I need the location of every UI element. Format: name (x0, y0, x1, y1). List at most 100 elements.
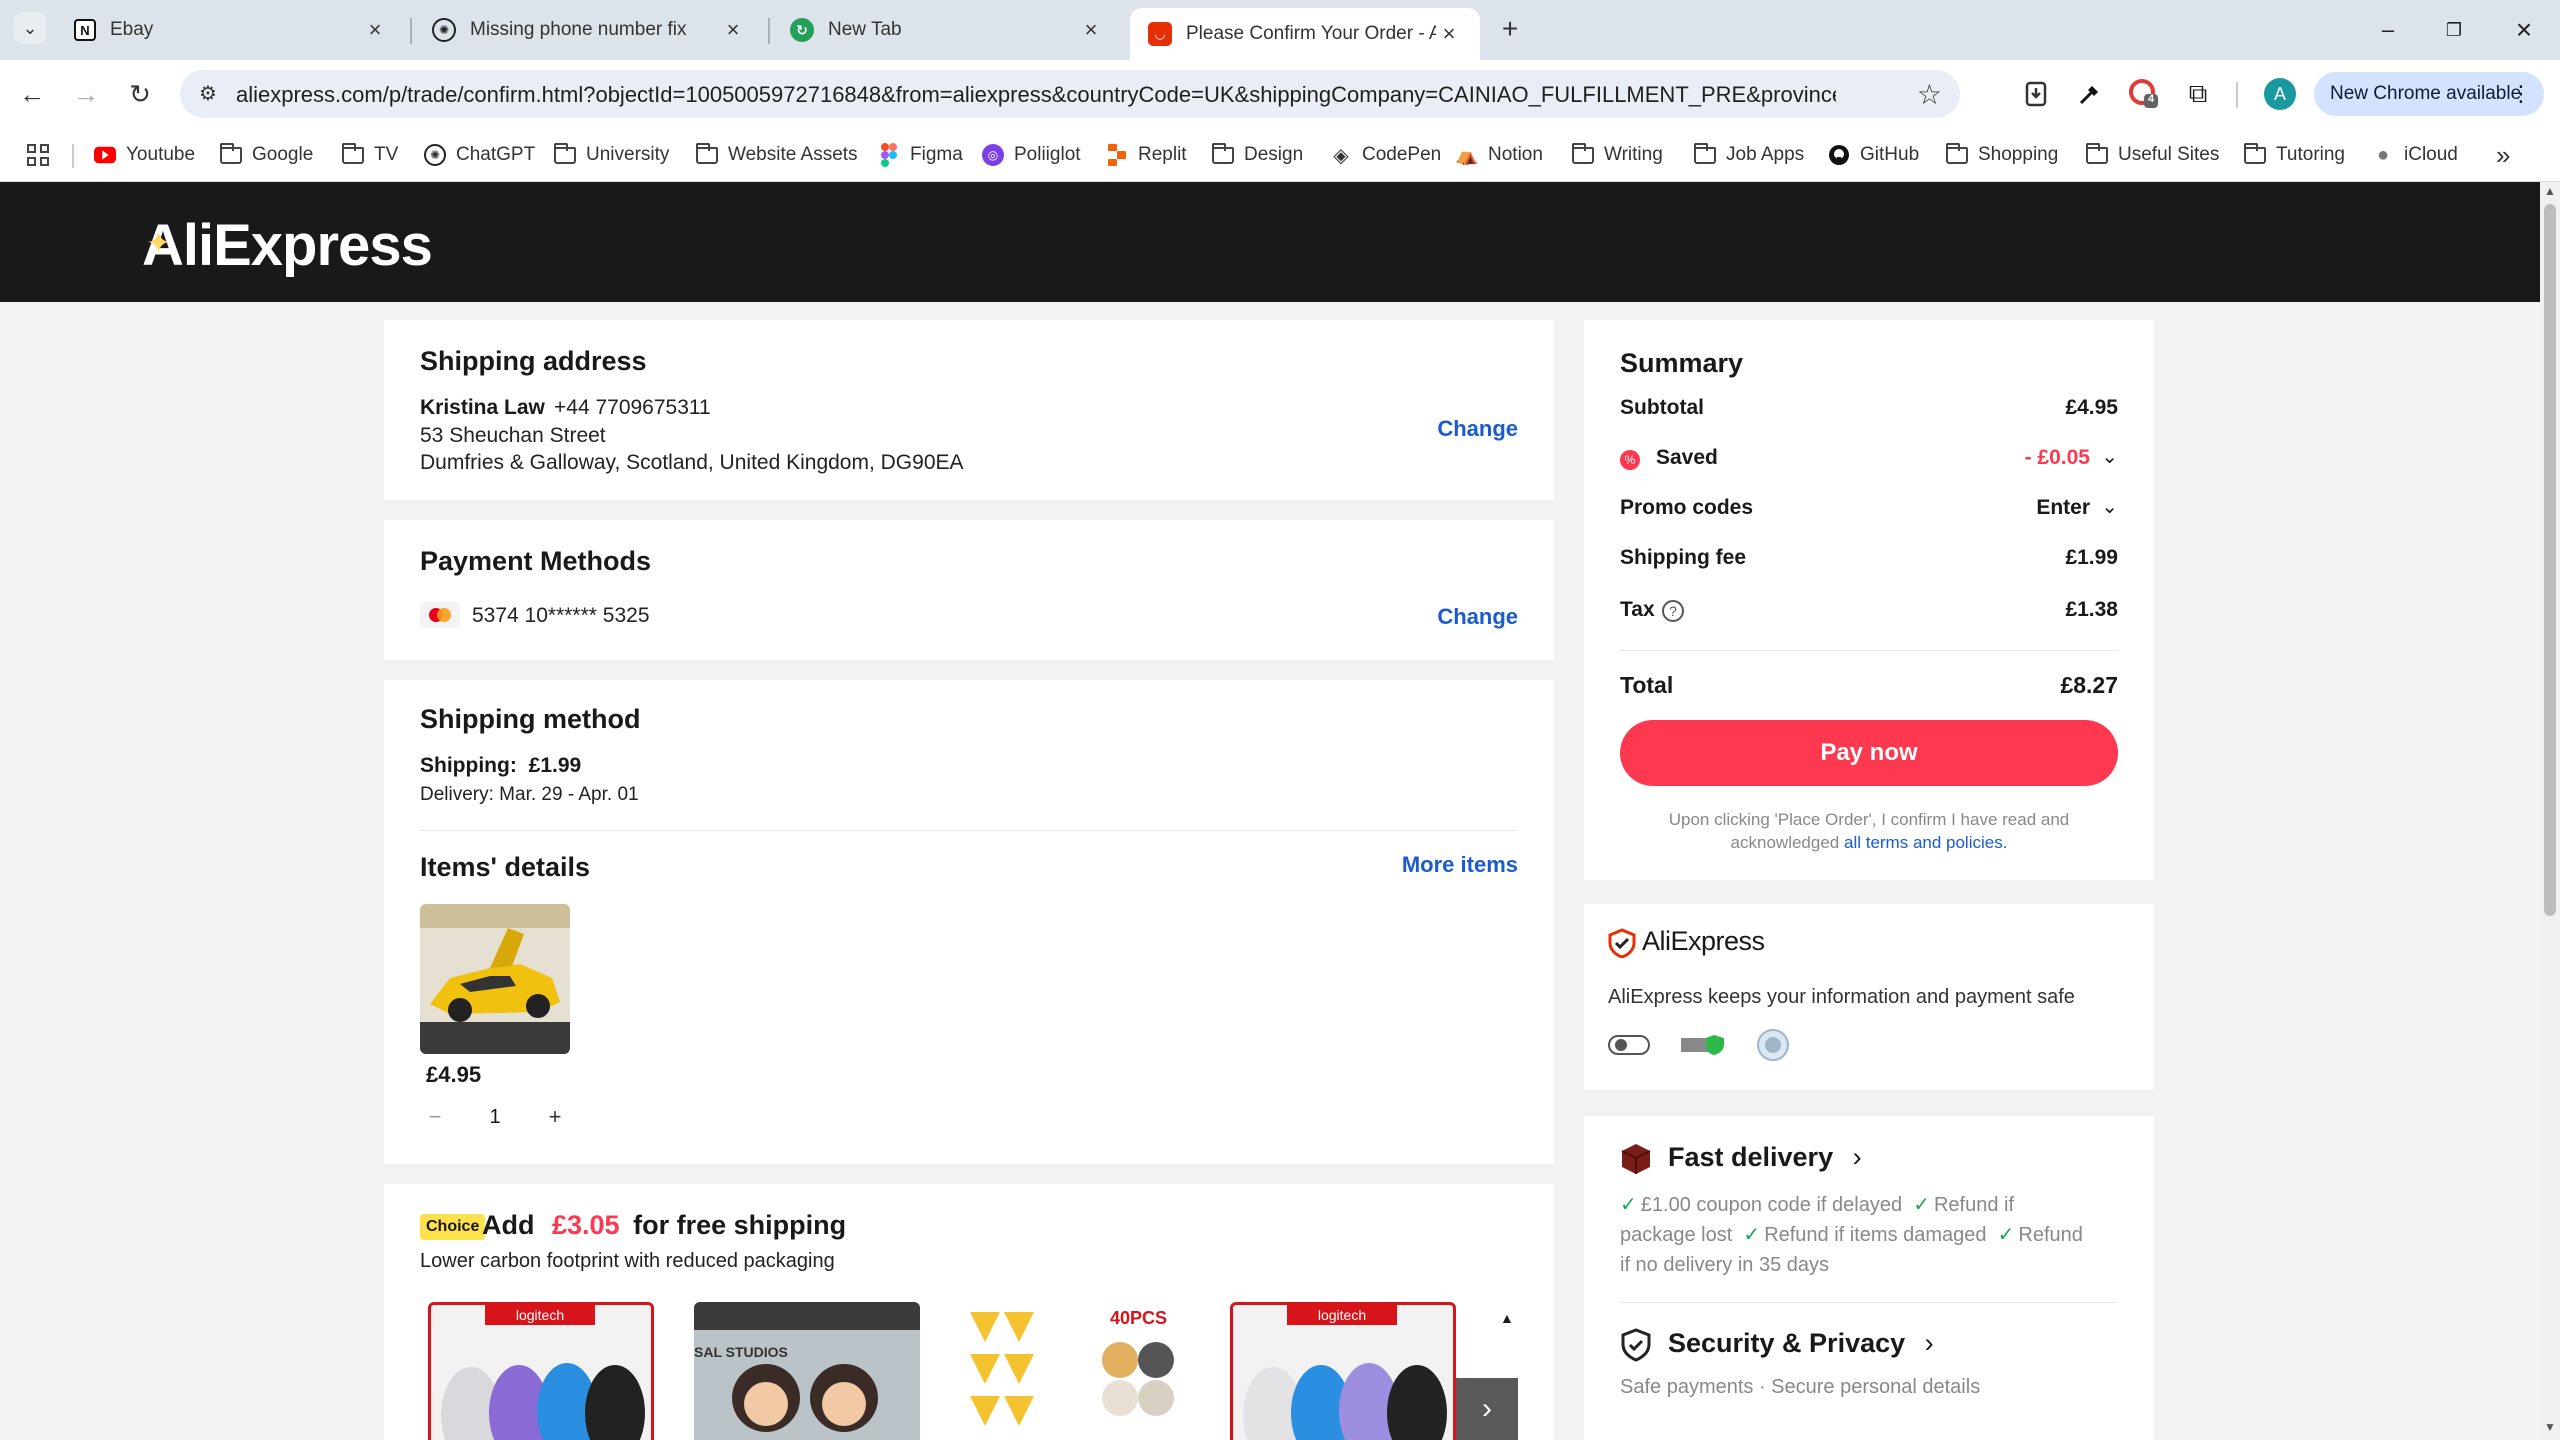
more-items-link[interactable]: More items (1402, 852, 1518, 878)
product-image-yellow-car[interactable] (420, 904, 570, 1054)
bookmark-google[interactable]: Google (220, 140, 313, 170)
eyedropper-icon[interactable] (2072, 76, 2108, 112)
mastercard-icon (420, 602, 460, 628)
tab-confirm-order[interactable]: ◡ Please Confirm Your Order - Ali × (1130, 8, 1480, 60)
package-icon (1620, 1142, 1652, 1181)
restore-icon[interactable]: ❐ (2436, 12, 2472, 48)
notion-home-icon: ⛺ (1455, 144, 1479, 165)
bookmark-star-icon[interactable]: ☆ (1917, 78, 1942, 111)
bookmark-github[interactable]: GitHub (1828, 140, 1919, 170)
bookmark-label: Notion (1488, 144, 1543, 165)
forward-icon[interactable]: → (68, 76, 104, 112)
shield-check-icon (1608, 928, 1636, 963)
tab-missing-phone[interactable]: ✺ Missing phone number fix × (414, 8, 764, 52)
bookmark-tv[interactable]: TV (342, 140, 398, 170)
increase-quantity-button[interactable]: + (540, 1102, 570, 1132)
shipping-fee-value: £1.99 (2065, 546, 2118, 569)
extension-badge-icon[interactable]: 4 (2126, 76, 2162, 112)
kebab-menu-icon[interactable]: ⋮ (2510, 72, 2532, 116)
bookmark-label: Tutoring (2276, 144, 2345, 165)
payment-methods-card: Payment Methods 5374 10****** 5325 Chang… (384, 520, 1554, 660)
bookmark-useful-sites[interactable]: Useful Sites (2086, 140, 2219, 170)
scroll-up-icon[interactable]: ▲ (2542, 184, 2558, 198)
help-icon[interactable]: ? (1662, 600, 1684, 622)
choice-product-4[interactable]: logitech (1230, 1302, 1456, 1440)
update-chip-label: New Chrome available (2330, 83, 2522, 104)
toolbar-divider (2236, 82, 2238, 108)
close-tab-icon[interactable]: × (1078, 17, 1104, 43)
tab-new-tab[interactable]: ↻ New Tab × (772, 8, 1122, 52)
reload-icon[interactable]: ↻ (122, 76, 158, 112)
tab-ebay[interactable]: N Ebay × (56, 8, 406, 52)
promo-codes-row[interactable]: Promo codes Enter ⌄ (1620, 496, 2118, 526)
choice-product-3[interactable]: 40PCS (960, 1302, 1186, 1440)
apps-grid-icon[interactable] (26, 140, 50, 170)
bookmark-figma[interactable]: Figma (878, 140, 963, 170)
new-tab-button[interactable]: + (1494, 14, 1526, 46)
page-scrollbar[interactable]: ▲ ▼ (2540, 182, 2560, 1440)
profile-avatar[interactable]: A (2264, 78, 2296, 110)
divider (1620, 1302, 2118, 1303)
quantity-value[interactable]: 1 (450, 1106, 540, 1129)
aliexpress-logo[interactable]: ✦ AliExpress (142, 212, 433, 279)
chevron-down-icon[interactable]: ⌄ (2101, 444, 2118, 469)
choice-product-1[interactable]: logitech (428, 1302, 654, 1440)
bookmark-codepen[interactable]: ◈ CodePen (1330, 140, 1441, 170)
more-bookmarks-icon[interactable]: » (2496, 140, 2510, 170)
shipping-price: £1.99 (528, 754, 582, 777)
bookmark-university[interactable]: University (554, 140, 669, 170)
choice-product-2[interactable]: SAL STUDIOS (694, 1302, 920, 1440)
change-payment-link[interactable]: Change (1437, 604, 1518, 630)
terms-policies-link[interactable]: all terms and policies. (1844, 833, 2007, 852)
close-tab-icon[interactable]: × (720, 17, 746, 43)
bookmark-chatgpt[interactable]: ✺ ChatGPT (424, 140, 535, 170)
close-window-icon[interactable]: × (2506, 12, 2542, 48)
close-tab-icon[interactable]: × (362, 17, 388, 43)
promo-enter-button[interactable]: Enter (2036, 496, 2090, 520)
site-info-icon[interactable]: ⚙ (194, 80, 222, 108)
notion-icon: N (74, 19, 96, 41)
bookmark-website-assets[interactable]: Website Assets (696, 140, 858, 170)
figma-icon (878, 143, 900, 167)
bookmark-writing[interactable]: Writing (1572, 140, 1663, 170)
bookmark-label: Job Apps (1726, 144, 1805, 165)
bookmark-design[interactable]: Design (1212, 140, 1303, 170)
logo-star-icon: ✦ (146, 227, 171, 260)
chrome-update-button[interactable]: New Chrome available ⋮ (2314, 72, 2544, 116)
saved-row[interactable]: Saved % - £0.05 ⌄ (1620, 446, 2118, 476)
back-icon[interactable]: ← (14, 76, 50, 112)
minimize-icon[interactable]: – (2370, 12, 2406, 48)
tax-row: Tax ? £1.38 (1620, 598, 2118, 628)
bookmark-shopping[interactable]: Shopping (1946, 140, 2058, 170)
bookmark-poliiglot[interactable]: ◎ Poliiglot (982, 140, 1081, 170)
chevron-down-icon[interactable]: ⌄ (2101, 494, 2118, 519)
verified-badge-icon (1680, 1032, 1726, 1058)
carousel-next-button[interactable]: › (1456, 1378, 1518, 1440)
shipping-address-title: Shipping address (420, 346, 647, 376)
close-tab-icon[interactable]: × (1436, 21, 1462, 47)
security-privacy-link[interactable]: Security & Privacy › (1668, 1328, 1934, 1359)
extensions-puzzle-icon[interactable]: ⧉ (2180, 76, 2216, 112)
fast-delivery-link[interactable]: Fast delivery › (1668, 1142, 1862, 1173)
url-text[interactable]: aliexpress.com/p/trade/confirm.html?obje… (236, 82, 1836, 108)
bookmark-job-apps[interactable]: Job Apps (1694, 140, 1804, 170)
bookmark-replit[interactable]: Replit (1106, 140, 1187, 170)
extension-badge-count: 4 (2148, 93, 2155, 105)
tab-search-button[interactable]: ⌄ (14, 12, 46, 44)
bookmark-icloud[interactable]: ● iCloud (2372, 140, 2458, 170)
bookmark-notion[interactable]: ⛺ Notion (1456, 140, 1543, 170)
delivery-dates: Delivery: Mar. 29 - Apr. 01 (420, 784, 639, 805)
address-bar[interactable]: ⚙ aliexpress.com/p/trade/confirm.html?ob… (180, 70, 1960, 118)
decrease-quantity-button[interactable]: − (420, 1102, 450, 1132)
folder-icon (1572, 142, 1594, 166)
guarantee-refund-lost-b: package lost (1620, 1224, 1733, 1246)
extension-1-icon[interactable] (2018, 76, 2054, 112)
scroll-down-icon[interactable]: ▼ (2542, 1420, 2558, 1434)
tab-title: Please Confirm Your Order - Ali (1186, 23, 1436, 44)
pay-now-button[interactable]: Pay now (1620, 720, 2118, 786)
change-address-link[interactable]: Change (1437, 416, 1518, 442)
bookmark-youtube[interactable]: Youtube (94, 140, 195, 170)
product-3-label: 40PCS (1110, 1308, 1168, 1328)
bookmark-tutoring[interactable]: Tutoring (2244, 140, 2345, 170)
scrollbar-thumb[interactable] (2544, 204, 2556, 916)
